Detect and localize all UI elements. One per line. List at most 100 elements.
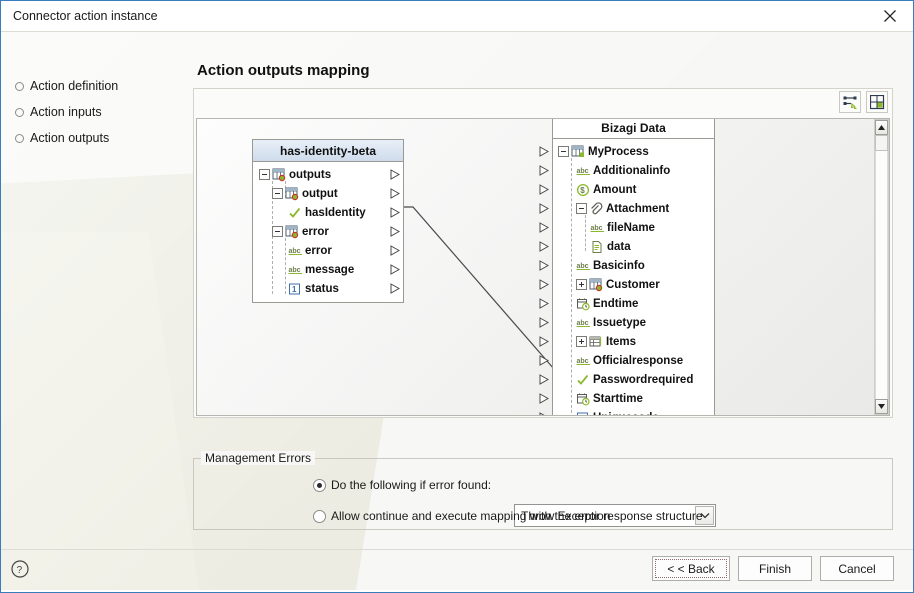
footer-divider (1, 549, 913, 550)
tree-node-endtime[interactable]: Endtime (539, 294, 714, 313)
radio-allow-continue[interactable]: Allow continue and execute mapping with … (313, 509, 703, 523)
tree-node-passwordrequired[interactable]: Passwordrequired (539, 370, 714, 389)
tree-node-label: hasIdentity (305, 206, 366, 219)
source-port-status[interactable] (390, 283, 400, 294)
step-bullet-icon (15, 107, 24, 117)
back-button[interactable]: < < Back (652, 556, 730, 581)
text-abc-icon: abc (576, 354, 590, 368)
decor-diagonal-shape-2 (1, 232, 214, 592)
scroll-up-button[interactable] (875, 120, 888, 135)
tree-node-hasidentity[interactable]: hasIdentity (253, 203, 403, 222)
source-port-hasidentity[interactable] (390, 207, 400, 218)
scrollbar-track[interactable] (875, 151, 888, 399)
svg-text:abc: abc (577, 263, 589, 270)
canvas-vertical-scrollbar[interactable] (874, 119, 889, 415)
help-button[interactable]: ? (7, 557, 33, 583)
sidebar-item-action-outputs[interactable]: Action outputs (15, 125, 185, 151)
target-port-filename[interactable] (539, 222, 549, 233)
target-port-endtime[interactable] (539, 298, 549, 309)
target-port-customer[interactable] (539, 279, 549, 290)
expander-minus-icon[interactable] (272, 226, 283, 237)
arrange-layout-button[interactable] (866, 91, 888, 113)
tree-node-officialresponse[interactable]: abc Officialresponse (539, 351, 714, 370)
source-port-message[interactable] (390, 264, 400, 275)
tree-node-output[interactable]: output (253, 184, 403, 203)
tree-node-uniquecode[interactable]: 1 Uniquecode (539, 408, 714, 417)
collection-icon (589, 278, 603, 292)
expander-minus-icon[interactable] (272, 188, 283, 199)
target-port-officialresponse[interactable] (539, 355, 549, 366)
sidebar-item-action-definition[interactable]: Action definition (15, 73, 185, 99)
radio-button-unselected-icon[interactable] (313, 509, 326, 523)
target-port-starttime[interactable] (539, 393, 549, 404)
target-port-amount[interactable] (539, 184, 549, 195)
auto-map-icon (843, 95, 858, 110)
tree-node-myprocess[interactable]: MyProcess (539, 142, 714, 161)
scrollbar-thumb[interactable] (875, 135, 888, 151)
number-icon: 1 (576, 411, 590, 417)
tree-node-customer[interactable]: Customer (539, 275, 714, 294)
source-port-error-group[interactable] (390, 226, 400, 237)
tree-node-filename[interactable]: abc fileName (539, 218, 714, 237)
expander-minus-icon[interactable] (558, 146, 569, 157)
tree-node-additionalinfo[interactable]: abc Additionalinfo (539, 161, 714, 180)
svg-text:1: 1 (580, 414, 585, 417)
expander-minus-icon[interactable] (259, 169, 270, 180)
sidebar-item-label: Action definition (30, 79, 119, 93)
tree-node-label: fileName (607, 221, 655, 234)
tree-node-issuetype[interactable]: abc Issuetype (539, 313, 714, 332)
auto-map-button[interactable] (839, 91, 861, 113)
tree-node-starttime[interactable]: Starttime (539, 389, 714, 408)
tree-node-label: Passwordrequired (593, 373, 694, 386)
help-icon: ? (10, 559, 30, 582)
target-port-additionalinfo[interactable] (539, 165, 549, 176)
tree-node-items[interactable]: Items (539, 332, 714, 351)
expander-minus-icon[interactable] (576, 203, 587, 214)
tree-node-label: Officialresponse (593, 354, 684, 367)
radio-label: Allow continue and execute mapping with … (331, 509, 703, 523)
tree-node-data[interactable]: data (539, 237, 714, 256)
collection-icon (272, 168, 286, 182)
target-port-issuetype[interactable] (539, 317, 549, 328)
target-port-basicinfo[interactable] (539, 260, 549, 271)
attachment-icon (589, 201, 603, 216)
target-port-uniquecode[interactable] (539, 412, 549, 415)
target-tree-body: MyProcess abc Additionalinfo $ Amount At… (539, 139, 714, 417)
tree-node-error[interactable]: abc error (253, 241, 403, 260)
window-title: Connector action instance (13, 9, 158, 23)
tree-node-outputs[interactable]: outputs (253, 165, 403, 184)
svg-text:?: ? (17, 565, 23, 576)
mapping-panel: has-identity-beta outputs output hasIden… (193, 88, 893, 418)
tree-node-label: data (607, 240, 631, 253)
scroll-down-button[interactable] (875, 399, 888, 414)
expander-plus-icon[interactable] (576, 279, 587, 290)
sidebar-item-action-inputs[interactable]: Action inputs (15, 99, 185, 125)
source-port-error[interactable] (390, 245, 400, 256)
tree-node-basicinfo[interactable]: abc Basicinfo (539, 256, 714, 275)
mapping-canvas[interactable]: has-identity-beta outputs output hasIden… (196, 118, 890, 416)
tree-node-attachment[interactable]: Attachment (539, 199, 714, 218)
tree-node-label: MyProcess (588, 145, 649, 158)
target-port-myprocess[interactable] (539, 146, 549, 157)
expander-plus-icon[interactable] (576, 336, 587, 347)
text-abc-icon: abc (288, 244, 302, 258)
tree-node-message[interactable]: abc message (253, 260, 403, 279)
target-port-data[interactable] (539, 241, 549, 252)
close-button[interactable] (867, 1, 913, 31)
target-port-passwordrequired[interactable] (539, 374, 549, 385)
file-icon (590, 240, 604, 254)
cancel-button[interactable]: Cancel (820, 556, 894, 581)
source-port-outputs[interactable] (390, 169, 400, 180)
radio-do-following-if-error[interactable]: Do the following if error found: (313, 478, 491, 492)
tree-node-error-group[interactable]: error (253, 222, 403, 241)
source-port-output[interactable] (390, 188, 400, 199)
text-abc-icon: abc (576, 259, 590, 273)
title-bar: Connector action instance (1, 1, 913, 32)
tree-node-status[interactable]: 1 status (253, 279, 403, 298)
target-tree: Bizagi Data MyProcess abc Additionalinfo… (539, 119, 715, 417)
finish-button[interactable]: Finish (738, 556, 812, 581)
target-port-attachment[interactable] (539, 203, 549, 214)
target-port-items[interactable] (539, 336, 549, 347)
radio-button-selected-icon[interactable] (313, 478, 326, 492)
tree-node-amount[interactable]: $ Amount (539, 180, 714, 199)
